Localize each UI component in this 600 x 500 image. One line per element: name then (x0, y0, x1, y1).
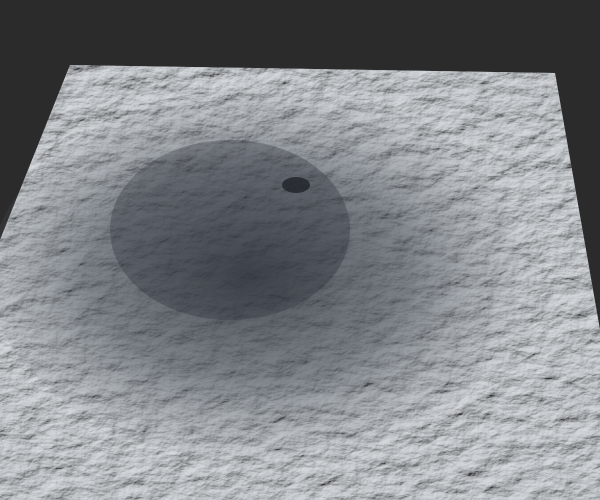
terrain-render (0, 0, 600, 500)
crater (282, 177, 310, 193)
mountain-peak-shadow (110, 140, 350, 320)
render-viewport[interactable] (0, 0, 600, 500)
terrain-plane (0, 65, 600, 500)
